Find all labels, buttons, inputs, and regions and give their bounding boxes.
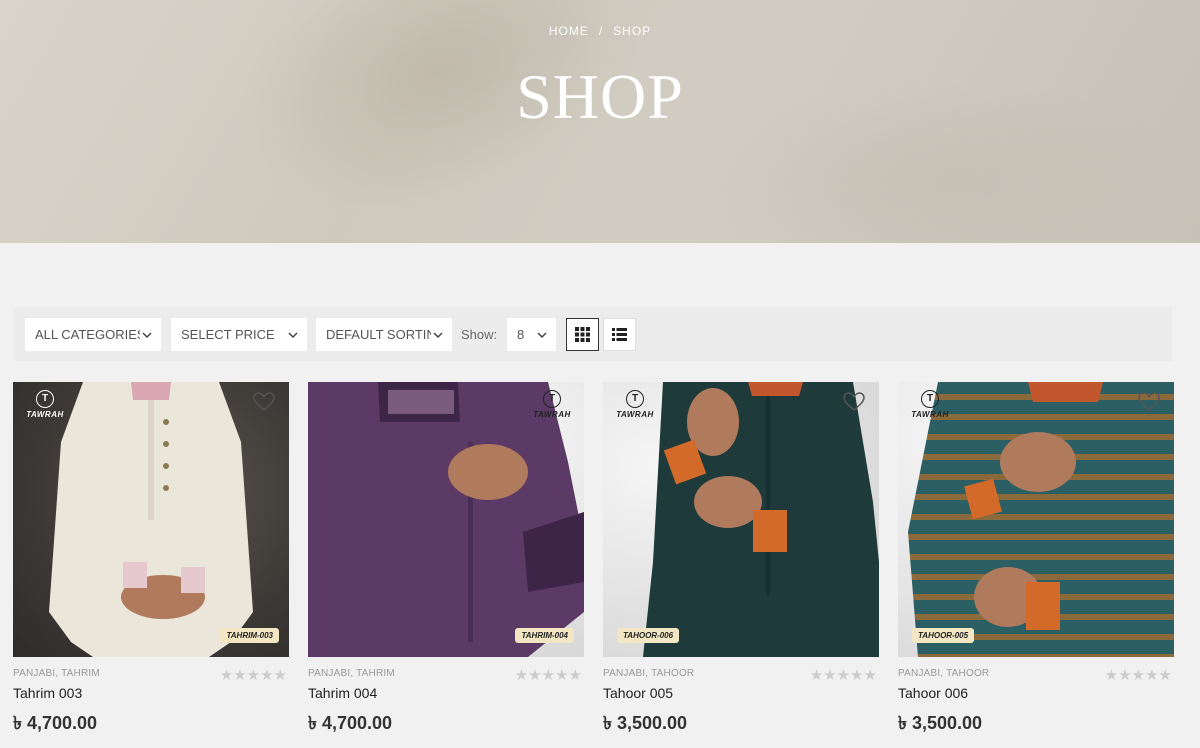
product-code-tag: TAHOOR-006 <box>617 628 680 643</box>
per-page-value: 8 <box>517 327 525 342</box>
heart-icon[interactable] <box>1138 392 1160 412</box>
show-label: Show: <box>461 327 498 342</box>
product-card[interactable]: T TAWRAH TAHOOR-005 PANJABI, TAHOOR ★★★★★… <box>898 382 1174 748</box>
product-categories[interactable]: PANJABI, TAHOOR <box>603 668 694 679</box>
product-name[interactable]: Tahoor 006 <box>898 685 968 701</box>
product-code-tag: TAHRIM-003 <box>220 628 279 643</box>
price-select-value: SELECT PRICE <box>181 327 275 342</box>
star-rating: ★★★★★ <box>219 667 287 684</box>
brand-logo: T TAWRAH <box>613 390 657 419</box>
category-select-value: ALL CATEGORIES <box>35 327 146 342</box>
product-name[interactable]: Tahrim 003 <box>13 685 82 701</box>
product-name[interactable]: Tahoor 005 <box>603 685 673 701</box>
star-rating: ★★★★★ <box>809 667 877 684</box>
page-title: SHOP <box>516 61 684 132</box>
chevron-down-icon <box>535 318 549 351</box>
breadcrumb-separator: / <box>598 24 604 38</box>
list-view-button[interactable] <box>603 318 636 351</box>
breadcrumb-home-link[interactable]: HOME <box>549 24 589 38</box>
list-view-icon <box>612 328 627 341</box>
product-name[interactable]: Tahrim 004 <box>308 685 377 701</box>
chevron-down-icon <box>286 318 300 351</box>
grid-view-icon <box>575 327 590 342</box>
sorting-select[interactable]: DEFAULT SORTING <box>316 318 452 351</box>
per-page-select[interactable]: 8 <box>507 318 556 351</box>
product-code-tag: TAHRIM-004 <box>515 628 574 643</box>
grid-view-button[interactable] <box>566 318 599 351</box>
product-image[interactable]: T TAWRAH TAHOOR-006 <box>603 382 879 657</box>
product-categories[interactable]: PANJABI, TAHRIM <box>308 668 395 679</box>
product-price: ৳ 4,700.00 <box>13 713 98 733</box>
product-code-tag: TAHOOR-005 <box>912 628 975 643</box>
product-card[interactable]: T TAWRAH TAHRIM-003 PANJABI, TAHRIM ★★★★★… <box>13 382 289 748</box>
breadcrumb: HOME / SHOP <box>0 24 1200 38</box>
page-hero: HOME / SHOP SHOP <box>0 0 1200 243</box>
panjabi-illustration <box>49 382 253 657</box>
category-select[interactable]: ALL CATEGORIES <box>25 318 161 351</box>
sorting-select-value: DEFAULT SORTING <box>326 327 446 342</box>
price-select[interactable]: SELECT PRICE <box>171 318 307 351</box>
heart-icon[interactable] <box>843 392 865 412</box>
product-categories[interactable]: PANJABI, TAHOOR <box>898 668 989 679</box>
panjabi-illustration <box>643 382 879 657</box>
brand-logo: T TAWRAH <box>23 390 67 419</box>
shop-toolbar: ALL CATEGORIES SELECT PRICE DEFAULT SORT… <box>14 307 1172 361</box>
product-price: ৳ 4,700.00 <box>308 713 393 733</box>
chevron-down-icon <box>140 318 154 351</box>
panjabi-illustration <box>308 382 584 657</box>
product-price: ৳ 3,500.00 <box>898 713 983 733</box>
product-image[interactable]: T TAWRAH TAHOOR-005 <box>898 382 1174 657</box>
product-price: ৳ 3,500.00 <box>603 713 688 733</box>
heart-icon[interactable] <box>253 392 275 412</box>
star-rating: ★★★★★ <box>514 667 582 684</box>
breadcrumb-current: SHOP <box>613 24 652 38</box>
panjabi-illustration <box>908 382 1174 657</box>
product-image[interactable]: T TAWRAH TAHRIM-003 <box>13 382 289 657</box>
chevron-down-icon <box>431 318 445 351</box>
brand-logo: T TAWRAH <box>530 390 574 419</box>
brand-logo: T TAWRAH <box>908 390 952 419</box>
product-card[interactable]: T TAWRAH TAHRIM-004 PANJABI, TAHRIM ★★★★★… <box>308 382 584 748</box>
product-image[interactable]: T TAWRAH TAHRIM-004 <box>308 382 584 657</box>
product-categories[interactable]: PANJABI, TAHRIM <box>13 668 100 679</box>
star-rating: ★★★★★ <box>1104 667 1172 684</box>
product-card[interactable]: T TAWRAH TAHOOR-006 PANJABI, TAHOOR ★★★★★… <box>603 382 879 748</box>
